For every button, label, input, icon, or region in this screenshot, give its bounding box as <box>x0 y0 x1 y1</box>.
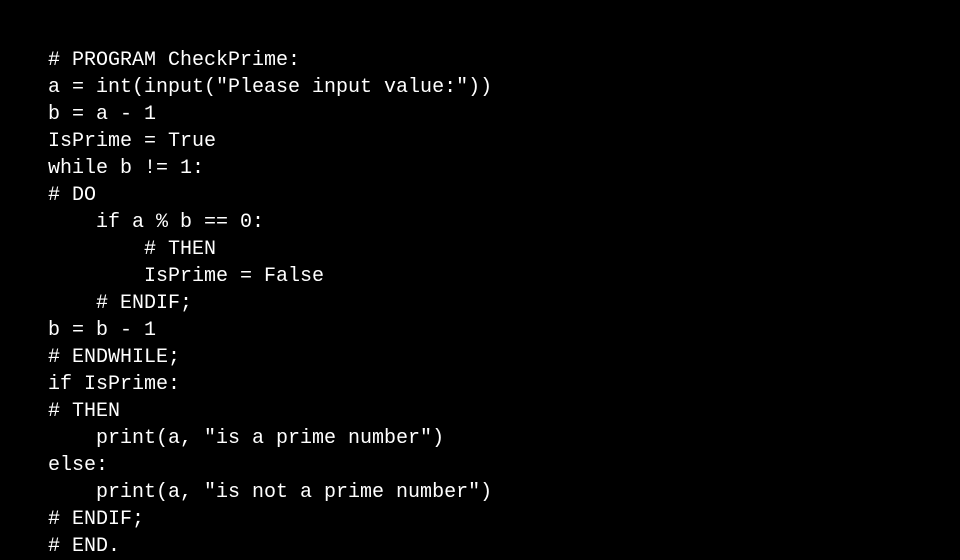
code-line: if IsPrime: <box>48 373 180 396</box>
code-line: # END. <box>48 535 120 558</box>
code-line: # THEN <box>48 400 120 423</box>
code-line: IsPrime = True <box>48 130 216 153</box>
code-line: a = int(input("Please input value:")) <box>48 76 492 99</box>
code-line: # THEN <box>48 238 216 261</box>
code-line: # PROGRAM CheckPrime: <box>48 49 300 72</box>
code-line: # ENDWHILE; <box>48 346 180 369</box>
code-line: if a % b == 0: <box>48 211 264 234</box>
code-line: print(a, "is a prime number") <box>48 427 444 450</box>
code-line: # DO <box>48 184 96 207</box>
code-line: # ENDIF; <box>48 508 144 531</box>
code-line: while b != 1: <box>48 157 204 180</box>
code-line: IsPrime = False <box>48 265 324 288</box>
code-block: # PROGRAM CheckPrime: a = int(input("Ple… <box>48 20 492 560</box>
code-line: b = b - 1 <box>48 319 156 342</box>
code-line: # ENDIF; <box>48 292 192 315</box>
code-line: else: <box>48 454 108 477</box>
code-line: print(a, "is not a prime number") <box>48 481 492 504</box>
code-line: b = a - 1 <box>48 103 156 126</box>
